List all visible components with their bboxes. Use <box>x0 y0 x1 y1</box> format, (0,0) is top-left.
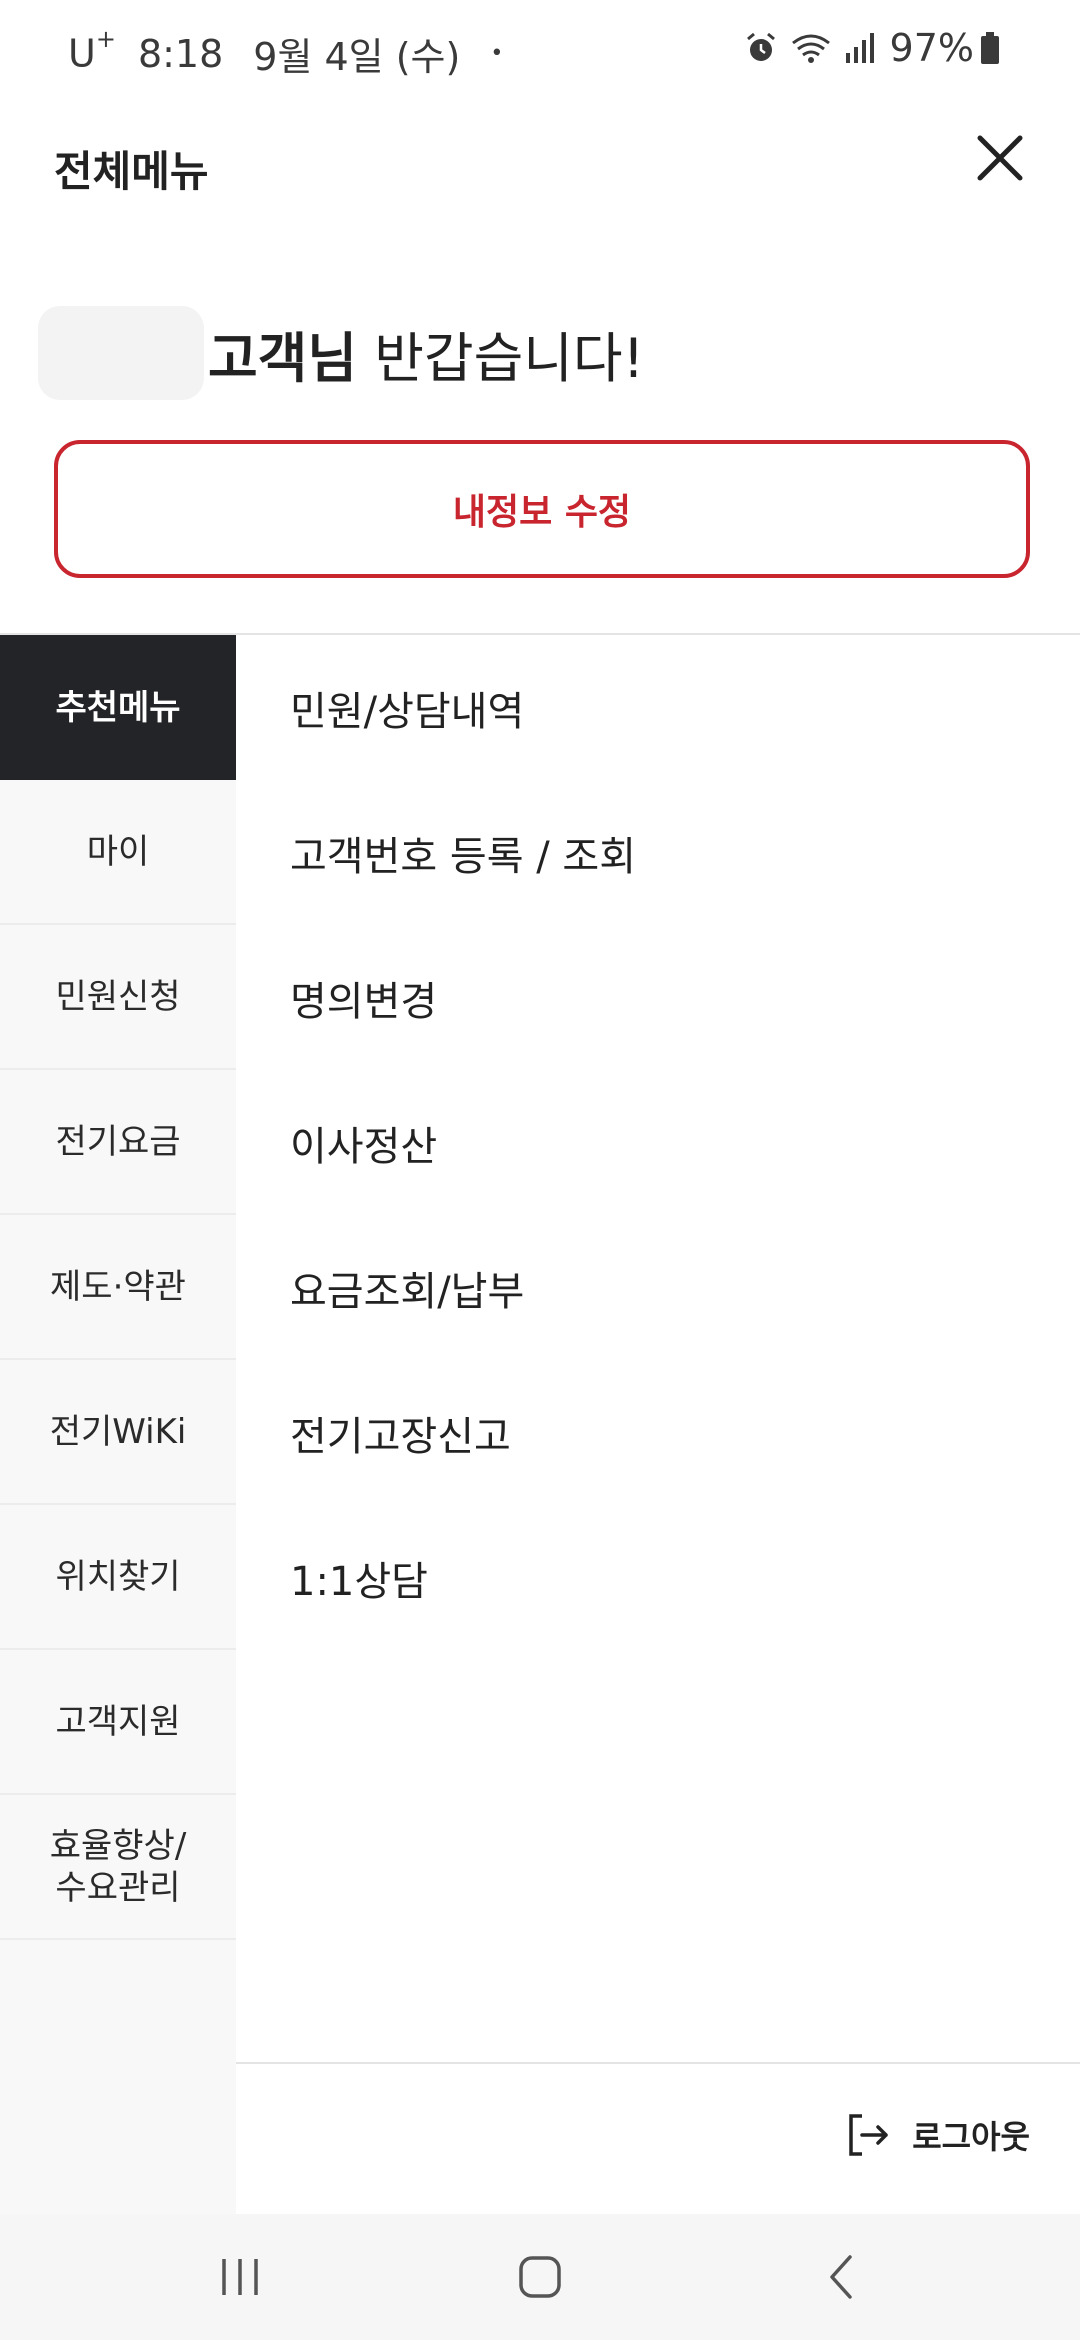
sidebar-item-my[interactable]: 마이 <box>0 780 236 925</box>
sidebar: 추천메뉴 마이 민원신청 전기요금 제도·약관 전기WiKi 위치찾기 고객지원… <box>0 635 236 2215</box>
wifi-icon <box>791 34 830 63</box>
greeting: 고객님 반갑습니다! <box>38 306 644 400</box>
notification-dot: • <box>490 41 504 66</box>
sidebar-item-civil-application[interactable]: 민원신청 <box>0 925 236 1070</box>
edit-profile-label: 내정보 수정 <box>452 492 632 533</box>
back-icon <box>830 2255 852 2299</box>
signal-icon <box>845 33 874 63</box>
sidebar-item-policy-terms[interactable]: 제도·약관 <box>0 1215 236 1360</box>
divider <box>236 2062 1080 2064</box>
close-button[interactable] <box>972 130 1028 186</box>
sidebar-item-electric-wiki[interactable]: 전기WiKi <box>0 1360 236 1505</box>
system-nav-bar <box>0 2214 1080 2340</box>
sidebar-item-customer-support[interactable]: 고객지원 <box>0 1650 236 1795</box>
battery-percent: 97% <box>889 26 974 70</box>
user-name-redacted <box>38 306 204 400</box>
sidebar-item-electricity-fee[interactable]: 전기요금 <box>0 1070 236 1215</box>
recent-apps-button[interactable] <box>200 2242 280 2312</box>
page-title: 전체메뉴 <box>54 147 209 196</box>
status-right: 97% <box>744 26 1012 70</box>
menu-item-one-on-one[interactable]: 1:1상담 <box>236 1505 1080 1650</box>
menu-item-customer-number[interactable]: 고객번호 등록 / 조회 <box>236 780 1080 925</box>
menu-item-inquiry-history[interactable]: 민원/상담내역 <box>236 635 1080 780</box>
status-date: 9월 4일 (수) <box>253 35 461 79</box>
status-left: U+ 8:18 9월 4일 (수) • <box>68 25 504 81</box>
menu-item-fee-payment[interactable]: 요금조회/납부 <box>236 1215 1080 1360</box>
menu-list: 민원/상담내역 고객번호 등록 / 조회 명의변경 이사정산 요금조회/납부 전… <box>236 635 1080 1650</box>
menu-item-moving-settlement[interactable]: 이사정산 <box>236 1070 1080 1215</box>
home-button[interactable] <box>500 2242 580 2312</box>
status-bar: U+ 8:18 9월 4일 (수) • 97% <box>0 0 1080 100</box>
sidebar-item-efficiency[interactable]: 효율향상/ 수요관리 <box>0 1795 236 1940</box>
recent-apps-icon <box>222 2259 258 2295</box>
home-icon <box>519 2256 561 2298</box>
status-time: 8:18 <box>137 31 224 76</box>
menu-item-fault-report[interactable]: 전기고장신고 <box>236 1360 1080 1505</box>
carrier-label: U+ <box>68 25 116 76</box>
logout-label: 로그아웃 <box>912 2118 1030 2156</box>
greeting-message: 반갑습니다! <box>357 326 645 390</box>
sidebar-item-find-location[interactable]: 위치찾기 <box>0 1505 236 1650</box>
menu-item-name-change[interactable]: 명의변경 <box>236 925 1080 1070</box>
logout-icon <box>849 2114 888 2156</box>
sidebar-item-recommended[interactable]: 추천메뉴 <box>0 635 236 780</box>
logout-button[interactable]: 로그아웃 <box>846 2112 1030 2158</box>
back-button[interactable] <box>802 2242 882 2312</box>
close-icon <box>977 135 1023 181</box>
edit-profile-button[interactable]: 내정보 수정 <box>54 440 1030 578</box>
greeting-text: 고객님 반갑습니다! <box>208 314 644 393</box>
greeting-name: 고객님 <box>208 326 358 390</box>
alarm-icon <box>746 32 775 61</box>
battery-icon <box>981 32 999 64</box>
